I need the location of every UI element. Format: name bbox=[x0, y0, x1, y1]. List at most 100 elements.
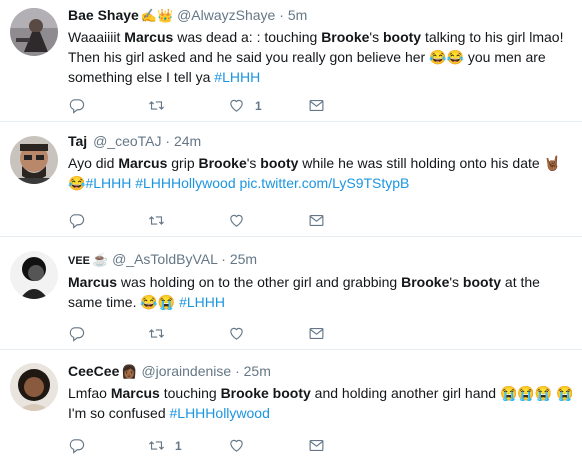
reply-button[interactable] bbox=[68, 325, 148, 342]
tweet-text-segment: 's bbox=[449, 274, 463, 290]
envelope-icon bbox=[309, 327, 324, 340]
heart-icon bbox=[230, 327, 243, 340]
tweet-text-segment: Ayo did bbox=[68, 155, 119, 171]
avatar[interactable] bbox=[10, 251, 58, 299]
tweet-text: Waaaiiiit Marcus was dead a: : touching … bbox=[68, 27, 576, 87]
separator-dot: · bbox=[279, 7, 284, 23]
envelope-icon bbox=[309, 99, 324, 112]
separator-dot: · bbox=[221, 251, 226, 267]
tweet-text-segment: 's bbox=[246, 155, 261, 171]
reply-icon bbox=[69, 99, 85, 114]
tweet[interactable]: CeeCee 👩🏾 @joraindenise · 25m Lmfao Marcu… bbox=[0, 350, 582, 472]
like-button[interactable] bbox=[228, 437, 308, 454]
like-button[interactable]: 1 bbox=[228, 97, 308, 114]
tweet-header: CeeCee 👩🏾 @joraindenise · 25m bbox=[68, 362, 576, 381]
highlighted-keyword: Brooke bbox=[198, 155, 247, 171]
hashtag-link[interactable]: #LHHH bbox=[214, 69, 260, 85]
direct-message-button[interactable] bbox=[308, 212, 388, 229]
highlighted-keyword: booty bbox=[462, 274, 502, 290]
avatar[interactable] bbox=[10, 136, 58, 184]
tweet-text-segment: 's bbox=[369, 29, 383, 45]
timestamp[interactable]: 25m bbox=[244, 363, 271, 379]
like-button[interactable] bbox=[228, 325, 308, 342]
timestamp[interactable]: 24m bbox=[174, 133, 201, 149]
highlighted-keyword: Brooke bbox=[401, 274, 450, 290]
tweet-header: Bae Shaye ✍️👑 @AlwayzShaye · 5m bbox=[68, 6, 576, 25]
direct-message-button[interactable] bbox=[308, 97, 388, 114]
highlighted-keyword: Marcus bbox=[124, 29, 174, 45]
like-button[interactable] bbox=[228, 212, 308, 229]
tweet-actions: 1 bbox=[68, 437, 388, 454]
author-handle[interactable]: @AlwayzShaye bbox=[177, 7, 275, 23]
tweet-text-segment: Lmfao bbox=[68, 385, 111, 401]
hashtag-link[interactable]: #LHHHollywood bbox=[135, 175, 235, 191]
tweet-text: Ayo did Marcus grip Brooke's booty while… bbox=[68, 153, 576, 193]
retweet-icon bbox=[149, 441, 164, 450]
direct-message-button[interactable] bbox=[308, 325, 388, 342]
retweet-count: 1 bbox=[175, 438, 182, 453]
tweet-text-segment: was dead a: : touching bbox=[173, 29, 322, 45]
tweet-text-segment: touching bbox=[159, 385, 221, 401]
envelope-icon bbox=[309, 214, 324, 227]
hashtag-link[interactable]: #LHHH bbox=[179, 294, 225, 310]
tweet-text: Lmfao Marcus touching Brooke booty and h… bbox=[68, 383, 576, 423]
media-link[interactable]: pic.twitter.com/LyS9TStypB bbox=[240, 175, 410, 191]
reply-button[interactable] bbox=[68, 212, 148, 229]
retweet-button[interactable] bbox=[148, 325, 228, 342]
author-badges: 👩🏾 bbox=[121, 364, 138, 379]
hashtag-link[interactable]: #LHHH bbox=[85, 175, 131, 191]
author-handle[interactable]: @_ceoTAJ bbox=[93, 133, 161, 149]
tweet-actions bbox=[68, 212, 388, 229]
author-handle[interactable]: @_AsToldByVAL bbox=[112, 251, 217, 267]
retweet-icon bbox=[149, 216, 164, 225]
direct-message-button[interactable] bbox=[308, 437, 388, 454]
tweet[interactable]: VEE ☕ @_AsToldByVAL · 25m Marcus was hold… bbox=[0, 237, 582, 350]
timestamp[interactable]: 25m bbox=[230, 251, 257, 267]
retweet-icon bbox=[149, 101, 164, 110]
separator-dot: · bbox=[165, 133, 171, 149]
tweet[interactable]: Bae Shaye ✍️👑 @AlwayzShaye · 5m Waaaiiiit… bbox=[0, 0, 582, 122]
tweet-text-segment: grip bbox=[167, 155, 199, 171]
reply-icon bbox=[69, 439, 85, 454]
highlighted-keyword: Marcus bbox=[110, 385, 160, 401]
highlighted-keyword: Brooke bbox=[321, 29, 370, 45]
author-name[interactable]: CeeCee bbox=[68, 363, 119, 379]
heart-icon bbox=[230, 99, 243, 112]
retweet-button[interactable] bbox=[148, 97, 228, 114]
tweet[interactable]: Taj @_ceoTAJ · 24m Ayo did Marcus grip B… bbox=[0, 122, 582, 237]
avatar[interactable] bbox=[10, 363, 58, 411]
author-name[interactable]: Bae Shaye bbox=[68, 7, 139, 23]
avatar[interactable] bbox=[10, 8, 58, 56]
reply-icon bbox=[69, 327, 85, 342]
separator-dot: · bbox=[235, 363, 240, 379]
tweet-header: VEE ☕ @_AsToldByVAL · 25m bbox=[68, 250, 576, 270]
highlighted-keyword: Brooke booty bbox=[220, 385, 311, 401]
tweet-text: Marcus was holding on to the other girl … bbox=[68, 272, 576, 312]
envelope-icon bbox=[309, 439, 324, 452]
heart-icon bbox=[230, 214, 243, 227]
author-badges: ✍️👑 bbox=[140, 8, 174, 23]
reply-icon bbox=[69, 214, 85, 229]
timestamp[interactable]: 5m bbox=[288, 7, 307, 23]
tweet-feed: Bae Shaye ✍️👑 @AlwayzShaye · 5m Waaaiiiit… bbox=[0, 0, 582, 472]
tweet-text-segment: was holding on to the other girl and gra… bbox=[117, 274, 402, 290]
tweet-header: Taj @_ceoTAJ · 24m bbox=[68, 132, 576, 151]
author-name[interactable]: Taj bbox=[68, 133, 87, 149]
heart-icon bbox=[230, 439, 243, 452]
author-handle[interactable]: @joraindenise bbox=[141, 363, 231, 379]
reply-button[interactable] bbox=[68, 437, 148, 454]
like-count: 1 bbox=[255, 98, 262, 113]
tweet-actions bbox=[68, 325, 388, 342]
highlighted-keyword: Marcus bbox=[118, 155, 168, 171]
highlighted-keyword: Marcus bbox=[68, 274, 118, 290]
tweet-text-segment: Waaaiiiit bbox=[68, 29, 125, 45]
highlighted-keyword: booty bbox=[382, 29, 422, 45]
retweet-icon bbox=[149, 329, 164, 338]
retweet-button[interactable]: 1 bbox=[148, 437, 228, 454]
retweet-button[interactable] bbox=[148, 212, 228, 229]
hashtag-link[interactable]: #LHHHollywood bbox=[170, 405, 270, 421]
author-badges: ☕ bbox=[92, 252, 109, 267]
reply-button[interactable] bbox=[68, 97, 148, 114]
author-name[interactable]: VEE bbox=[68, 255, 90, 267]
tweet-actions: 1 bbox=[68, 97, 388, 114]
